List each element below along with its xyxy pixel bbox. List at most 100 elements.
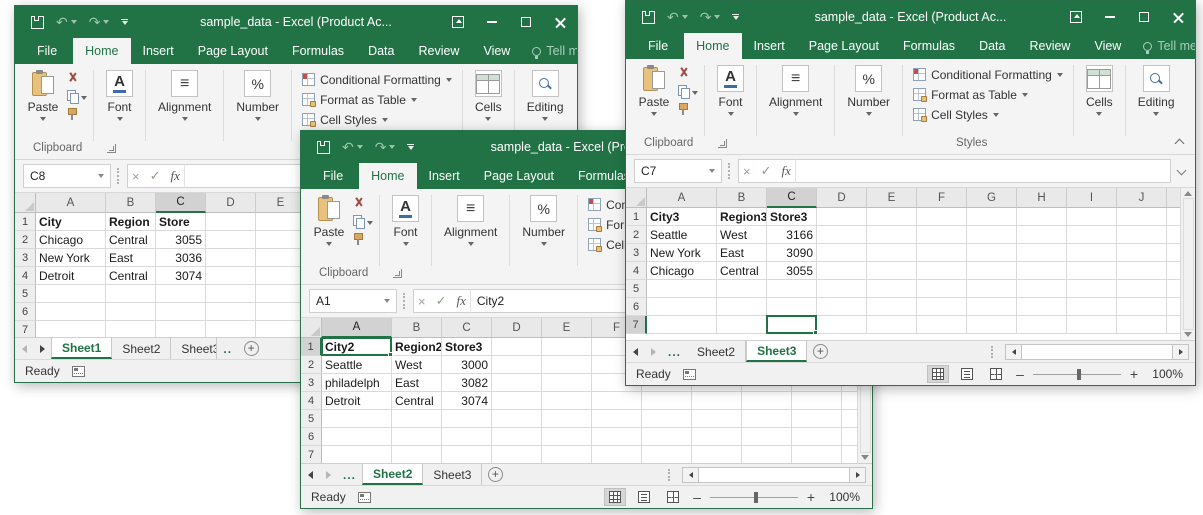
name-box[interactable]: A1	[309, 289, 397, 313]
cell-D1[interactable]	[817, 208, 867, 226]
cell-I7[interactable]	[1067, 316, 1117, 334]
column-header-E[interactable]: E	[542, 318, 592, 338]
tab-data[interactable]: Data	[967, 33, 1017, 59]
clipboard-dialog-launcher[interactable]	[718, 139, 727, 148]
close-button[interactable]	[543, 6, 577, 38]
cell-E2[interactable]	[867, 226, 917, 244]
cell-I4[interactable]	[1067, 262, 1117, 280]
cell-A5[interactable]	[647, 280, 717, 298]
cell-H5[interactable]	[1017, 280, 1067, 298]
cell-E1[interactable]	[256, 213, 306, 231]
maximize-button[interactable]	[509, 6, 543, 38]
column-header-C[interactable]: C	[442, 318, 492, 338]
cut-button[interactable]	[678, 66, 698, 80]
format-painter-button[interactable]	[678, 102, 698, 116]
zoom-slider-handle[interactable]	[754, 492, 758, 503]
cell-C7[interactable]	[156, 321, 206, 337]
column-header-A[interactable]: A	[647, 188, 717, 208]
select-all-corner[interactable]	[15, 193, 36, 213]
cell-F4[interactable]	[917, 262, 967, 280]
cell-H7[interactable]	[692, 446, 742, 463]
cell-C3[interactable]: 3090	[767, 244, 817, 262]
zoom-in-button[interactable]: +	[1128, 367, 1140, 381]
undo-button[interactable]: ↶	[342, 140, 363, 154]
page-break-view-button[interactable]	[985, 365, 1007, 383]
column-header-I[interactable]: I	[1067, 188, 1117, 208]
sheet-tab-sheet3[interactable]: Sheet3	[423, 464, 482, 485]
cell-B1[interactable]: Region3	[717, 208, 767, 226]
cell-B6[interactable]	[392, 428, 442, 446]
column-header-C[interactable]: C	[156, 193, 206, 213]
cell-D2[interactable]	[817, 226, 867, 244]
row-header-5[interactable]: 5	[626, 280, 647, 298]
cell-F6[interactable]	[917, 298, 967, 316]
cell-C7[interactable]	[442, 446, 492, 463]
cell-D4[interactable]	[817, 262, 867, 280]
cell-E6[interactable]	[867, 298, 917, 316]
row-header-3[interactable]: 3	[626, 244, 647, 262]
insert-function-icon[interactable]: fx	[457, 293, 466, 309]
column-header-D[interactable]: D	[817, 188, 867, 208]
cell-J5[interactable]	[1117, 280, 1167, 298]
cell-B4[interactable]: Central	[392, 392, 442, 410]
cell-A3[interactable]: philadelph	[322, 374, 392, 392]
scroll-down-icon[interactable]	[861, 455, 869, 460]
cell-K4[interactable]	[1167, 262, 1180, 280]
cell-J7[interactable]	[1117, 316, 1167, 334]
row-header-3[interactable]: 3	[301, 374, 322, 392]
alignment-group-button[interactable]: ≡ Alignment	[761, 63, 830, 116]
cell-F1[interactable]	[917, 208, 967, 226]
cell-B2[interactable]: Central	[106, 231, 156, 249]
cell-E7[interactable]	[542, 446, 592, 463]
tab-page-layout[interactable]: Page Layout	[472, 163, 566, 189]
column-header-C[interactable]: C	[767, 188, 817, 208]
cell-K6[interactable]	[842, 428, 857, 446]
cell-B4[interactable]: Central	[106, 267, 156, 285]
tell-me-box[interactable]: Tell me...	[522, 38, 578, 64]
row-header-4[interactable]: 4	[626, 262, 647, 280]
cell-A7[interactable]	[647, 316, 717, 334]
cell-D2[interactable]	[492, 356, 542, 374]
cell-E5[interactable]	[867, 280, 917, 298]
cell-K1[interactable]	[1167, 208, 1180, 226]
font-group-button[interactable]: A Font	[384, 193, 427, 246]
cancel-icon[interactable]: ×	[132, 169, 140, 184]
copy-button[interactable]	[67, 89, 87, 103]
cell-G5[interactable]	[642, 410, 692, 428]
save-icon[interactable]	[31, 16, 44, 29]
scroll-left-icon[interactable]	[1005, 344, 1022, 360]
row-header-4[interactable]: 4	[15, 267, 36, 285]
cell-F3[interactable]	[917, 244, 967, 262]
sheet-nav-back-button[interactable]	[301, 464, 319, 485]
number-group-button[interactable]: % Number	[839, 63, 898, 116]
cell-D7[interactable]	[492, 446, 542, 463]
cell-D6[interactable]	[817, 298, 867, 316]
tab-home[interactable]: Home	[359, 163, 416, 189]
cell-G7[interactable]	[642, 446, 692, 463]
cell-B6[interactable]	[106, 303, 156, 321]
copy-button[interactable]	[353, 214, 373, 228]
row-header-7[interactable]: 7	[626, 316, 647, 334]
cell-H1[interactable]	[1017, 208, 1067, 226]
row-header-5[interactable]: 5	[301, 410, 322, 428]
name-box[interactable]: C7	[634, 159, 722, 183]
cell-A7[interactable]	[322, 446, 392, 463]
cell-J6[interactable]	[1117, 298, 1167, 316]
cell-B4[interactable]: Central	[717, 262, 767, 280]
format-painter-button[interactable]	[67, 107, 87, 121]
minimize-button[interactable]	[1093, 1, 1127, 33]
cell-styles-button[interactable]: Cell Styles	[913, 106, 1063, 123]
tell-me-box[interactable]: Tell me...	[1133, 33, 1196, 59]
sheet-nav-back-button[interactable]	[626, 341, 644, 362]
cell-C1[interactable]: Store	[156, 213, 206, 231]
alignment-group-button[interactable]: ≡ Alignment	[436, 193, 505, 246]
cell-I1[interactable]	[1067, 208, 1117, 226]
redo-button[interactable]: ↷	[700, 10, 721, 24]
column-header-B[interactable]: B	[717, 188, 767, 208]
row-header-3[interactable]: 3	[15, 249, 36, 267]
cell-F2[interactable]	[917, 226, 967, 244]
cell-H2[interactable]	[1017, 226, 1067, 244]
cell-I7[interactable]	[742, 446, 792, 463]
cell-D4[interactable]	[206, 267, 256, 285]
cell-A3[interactable]: New York	[647, 244, 717, 262]
